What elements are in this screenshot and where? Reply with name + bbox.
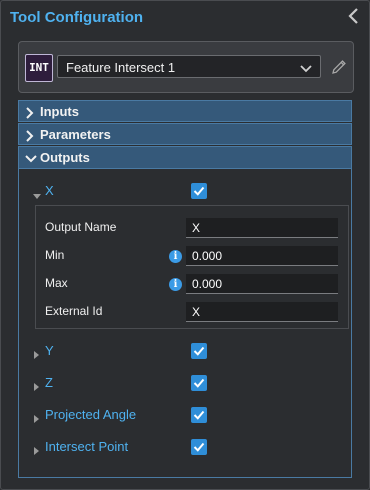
section-parameters-header[interactable]: Parameters xyxy=(18,123,352,145)
max-field[interactable]: 0.000 xyxy=(186,274,338,294)
output-checkbox-y[interactable] xyxy=(191,343,207,359)
output-x-properties: Output Name X Min i 0.000 Max i 0.000 Ex… xyxy=(35,205,349,329)
output-name-intersect-point[interactable]: Intersect Point xyxy=(45,439,128,454)
triangle-right-icon[interactable] xyxy=(34,410,40,428)
section-label: Outputs xyxy=(40,150,90,165)
chevron-down-icon xyxy=(300,61,312,79)
output-checkbox-intersect-point[interactable] xyxy=(191,439,207,455)
output-checkbox-x[interactable] xyxy=(191,183,207,199)
external-id-label: External Id xyxy=(45,304,103,318)
section-inputs-header[interactable]: Inputs xyxy=(18,100,352,122)
pencil-icon[interactable] xyxy=(330,58,348,76)
output-name-label: Output Name xyxy=(45,220,117,234)
max-label: Max xyxy=(45,276,68,290)
title-bar: Tool Configuration xyxy=(1,1,369,33)
chevron-down-icon xyxy=(25,152,37,170)
output-row-y: Y xyxy=(19,341,351,361)
triangle-right-icon[interactable] xyxy=(34,442,40,460)
section-label: Parameters xyxy=(40,127,111,142)
tool-selector-box: INT Feature Intersect 1 xyxy=(18,41,354,93)
section-label: Inputs xyxy=(40,104,79,119)
tool-configuration-panel: Tool Configuration INT Feature Intersect… xyxy=(0,0,370,490)
triangle-right-icon[interactable] xyxy=(34,346,40,364)
external-id-field[interactable]: X xyxy=(186,302,338,322)
output-row-x: X xyxy=(19,181,351,201)
chevron-right-icon xyxy=(25,129,35,147)
chevron-left-icon[interactable] xyxy=(345,6,363,26)
info-icon[interactable]: i xyxy=(169,250,182,263)
chevron-right-icon xyxy=(25,106,35,124)
output-name-x[interactable]: X xyxy=(45,183,54,198)
output-checkbox-projected-angle[interactable] xyxy=(191,407,207,423)
output-checkbox-z[interactable] xyxy=(191,375,207,391)
tool-select-dropdown[interactable]: Feature Intersect 1 xyxy=(57,55,321,78)
panel-title: Tool Configuration xyxy=(10,9,144,26)
output-name-y[interactable]: Y xyxy=(45,343,54,358)
output-name-field[interactable]: X xyxy=(186,218,338,238)
section-outputs-header[interactable]: Outputs xyxy=(18,146,352,169)
output-row-z: Z xyxy=(19,373,351,393)
min-label: Min xyxy=(45,248,65,262)
triangle-right-icon[interactable] xyxy=(34,378,40,396)
output-row-intersect-point: Intersect Point xyxy=(19,437,351,457)
tool-type-badge: INT xyxy=(25,54,53,82)
tool-select-value: Feature Intersect 1 xyxy=(66,60,176,75)
triangle-down-icon[interactable] xyxy=(33,187,41,205)
outputs-body: X Output Name X Min i 0.000 Max i 0.000 … xyxy=(18,169,352,478)
output-name-projected-angle[interactable]: Projected Angle xyxy=(45,407,136,422)
min-field[interactable]: 0.000 xyxy=(186,246,338,266)
info-icon[interactable]: i xyxy=(169,278,182,291)
output-name-z[interactable]: Z xyxy=(45,375,53,390)
output-row-projected-angle: Projected Angle xyxy=(19,405,351,425)
